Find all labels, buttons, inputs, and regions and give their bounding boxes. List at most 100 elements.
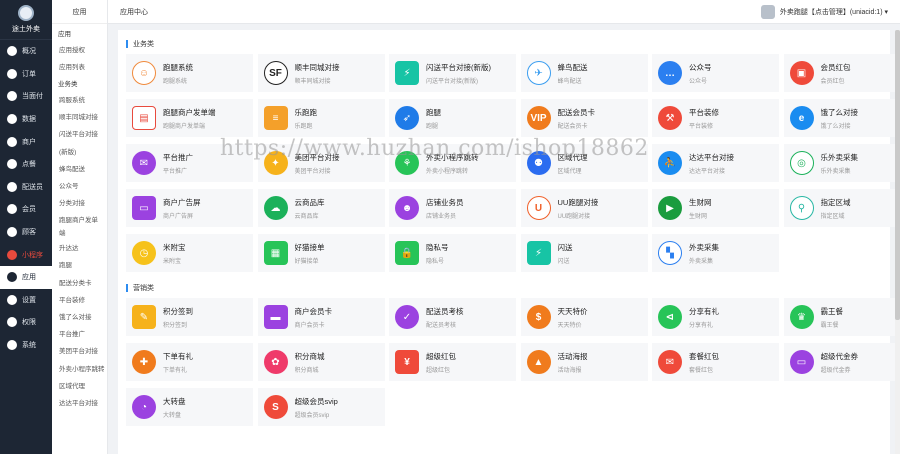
app-logo[interactable]: 途土外卖	[0, 0, 52, 40]
app-card[interactable]: S 超级会员svip 超级会员svip	[257, 388, 385, 426]
app-desc: 区域代理	[557, 168, 582, 175]
app-card[interactable]: ☁ 云商品库 云商品库	[257, 189, 385, 227]
sub-item-shop-order[interactable]: 跑腿商户发单端	[52, 211, 107, 239]
nav-item-0[interactable]: 概况	[0, 40, 52, 63]
app-card[interactable]: ✦ 美团平台对接 美团平台对接	[257, 144, 385, 182]
nav-item-label: 点餐	[22, 161, 36, 169]
app-card[interactable]: ✉ 套餐红包 套餐红包	[652, 343, 779, 381]
sub-item[interactable]: 平台推广	[52, 325, 107, 342]
cloud-icon: ☁	[263, 196, 288, 220]
app-card[interactable]: ✉ 平台推广 平台推广	[126, 144, 253, 182]
nav-item-7[interactable]: 会员	[0, 198, 52, 221]
sub-item[interactable]: 闪送平台对接	[52, 125, 107, 142]
sub-item[interactable]: 配送分类卡	[52, 273, 107, 290]
nav-item-11[interactable]: 设置	[0, 289, 52, 312]
nav-item-2[interactable]: 当面付	[0, 85, 52, 108]
app-card[interactable]: ✿ 积分商城 积分商城	[257, 343, 385, 381]
app-card[interactable]: ¥ 超级红包 超级红包	[389, 343, 516, 381]
app-card[interactable]: $ 天天特价 天天特价	[520, 298, 648, 336]
breadcrumb: 应用中心	[120, 8, 148, 16]
sub-item[interactable]: 应用授权	[52, 40, 107, 57]
ad-screen-icon: ▭	[132, 196, 156, 220]
scrollbar[interactable]	[895, 30, 900, 454]
sub-item[interactable]: 达达平台对接	[52, 393, 107, 410]
app-card[interactable]: ⚡ 闪送平台对接(新版) 闪送平台对接(新版)	[389, 54, 516, 92]
nav-item-4[interactable]: 商户	[0, 130, 52, 153]
app-card[interactable]: ◎ 乐外卖采集 乐外卖采集	[783, 144, 900, 182]
app-card[interactable]: ⊲ 分享有礼 分享有礼	[652, 298, 779, 336]
sub-item[interactable]: 美团平台对接	[52, 342, 107, 359]
nav-item-12[interactable]: 权限	[0, 311, 52, 334]
app-desc: 外卖小程序跳转	[426, 168, 469, 175]
app-card[interactable]: ✎ 积分签到 积分签到	[126, 298, 253, 336]
order-icon	[7, 68, 17, 79]
app-card[interactable]: ⛹ 达达平台对接 达达平台对接	[652, 144, 779, 182]
app-card[interactable]: SF 顺丰同城对接 顺丰同城对接	[257, 54, 385, 92]
sub-item[interactable]: 应用列表	[52, 57, 107, 74]
app-desc: 生财网	[689, 213, 708, 220]
sub-item[interactable]: 平台装修	[52, 290, 107, 307]
sub-item[interactable]: 升达达	[52, 239, 107, 256]
app-card[interactable]: ≡ 乐跑跑 乐跑跑	[257, 99, 385, 137]
nav-item-1[interactable]: 订单	[0, 63, 52, 86]
sub-item[interactable]: 饿了么对接	[52, 307, 107, 324]
app-card[interactable]: VIP 配送会员卡 配送会员卡	[520, 99, 648, 137]
app-card[interactable]: ⚲ 指定区域 指定区域	[783, 189, 900, 227]
nav-item-13[interactable]: 系统	[0, 334, 52, 357]
app-card[interactable]: ◔ 大转盘 大转盘	[126, 388, 253, 426]
nav-item-6[interactable]: 配送员	[0, 176, 52, 199]
app-card[interactable]: ☺ 跑腿系统 跑腿系统	[126, 54, 253, 92]
app-card[interactable]: ♛ 霸王餐 霸王餐	[783, 298, 900, 336]
nav-item-label: 商户	[22, 138, 36, 146]
sub-item[interactable]: 跑腿	[52, 256, 107, 273]
app-desc: 蜂鸟配送	[557, 78, 582, 85]
app-card[interactable]: ▦ 好猫接单 好猫接单	[257, 234, 385, 272]
nav-item-3[interactable]: 数据	[0, 108, 52, 131]
account-switcher[interactable]: 外卖跑腿【点击管理】(uniacid:1) ▾	[760, 4, 888, 19]
app-card[interactable]: ✈ 蜂鸟配送 蜂鸟配送	[520, 54, 648, 92]
sub-item[interactable]: 区域代理	[52, 376, 107, 393]
app-card[interactable]: ☻ 店铺业务员 店铺业务员	[389, 189, 516, 227]
app-card[interactable]: ▲ 活动海报 活动海报	[520, 343, 648, 381]
staff-icon: ☻	[395, 196, 419, 220]
app-card[interactable]: ▭ 商户广告屏 商户广告屏	[126, 189, 253, 227]
app-card[interactable]: ➶ 跑腿 跑腿	[389, 99, 516, 137]
app-desc: 达达平台对接	[689, 168, 726, 175]
app-card[interactable]: U UU跑腿对接 UU跑腿对接	[520, 189, 648, 227]
app-card[interactable]: ✓ 配送员考核 配送员考核	[389, 298, 516, 336]
sub-menu: 应用 应用 应用授权 应用列表 业务类 跨服系统 顺丰同城对接 闪送平台对接 (新版)…	[52, 0, 108, 454]
app-name: 套餐红包	[689, 351, 719, 361]
app-card[interactable]: ▬ 商户会员卡 商户会员卡	[257, 298, 385, 336]
app-card[interactable]: … 公众号 公众号	[652, 54, 779, 92]
app-card[interactable]: ▣ 会员红包 会员红包	[783, 54, 900, 92]
app-name: 蜂鸟配送	[557, 62, 588, 72]
nav-item-9[interactable]: 小程序	[0, 243, 52, 266]
app-card[interactable]: ⚉ 区域代理 区域代理	[520, 144, 648, 182]
store-icon	[7, 136, 17, 147]
app-card[interactable]: ◷ 米附宝 米附宝	[126, 234, 253, 272]
nav-item-10[interactable]: 应用	[0, 265, 52, 289]
app-card[interactable]: ▚ 外卖采集 外卖采集	[652, 234, 779, 272]
nav-item-label: 概况	[22, 48, 36, 56]
sub-item[interactable]: 分类对接	[52, 194, 107, 211]
app-name: 活动海报	[557, 351, 588, 361]
app-card[interactable]: ▤ 跑腿商户发单端 跑腿商户发单端	[126, 99, 253, 137]
app-card[interactable]: 🔒 隐私号 隐私号	[389, 234, 516, 272]
sub-item[interactable]: 外卖小程序跳转	[52, 359, 107, 376]
app-card[interactable]: ✚ 下单有礼 下单有礼	[126, 343, 253, 381]
sub-item[interactable]: 跨服系统	[52, 90, 107, 107]
scrollbar-thumb[interactable]	[895, 30, 900, 320]
sub-item[interactable]: 蜂鸟配送	[52, 159, 107, 176]
sub-item[interactable]: 公众号	[52, 176, 107, 193]
app-card[interactable]: ⚒ 平台装修 平台装修	[652, 99, 779, 137]
sub-item[interactable]: 顺丰同城对接	[52, 108, 107, 125]
app-card[interactable]: ⚡ 闪送 闪送	[520, 234, 648, 272]
nav-item-8[interactable]: 顾客	[0, 221, 52, 244]
app-card[interactable]: e 饿了么对接 饿了么对接	[783, 99, 900, 137]
app-desc: 配送员考核	[426, 322, 457, 329]
app-desc: 乐跑跑	[294, 123, 313, 130]
app-card[interactable]: ⚘ 外卖小程序跳转 外卖小程序跳转	[389, 144, 516, 182]
app-card[interactable]: ▶ 生财网 生财网	[652, 189, 779, 227]
app-card[interactable]: ▭ 超级代金券 超级代金券	[783, 343, 900, 381]
nav-item-5[interactable]: 点餐	[0, 153, 52, 176]
